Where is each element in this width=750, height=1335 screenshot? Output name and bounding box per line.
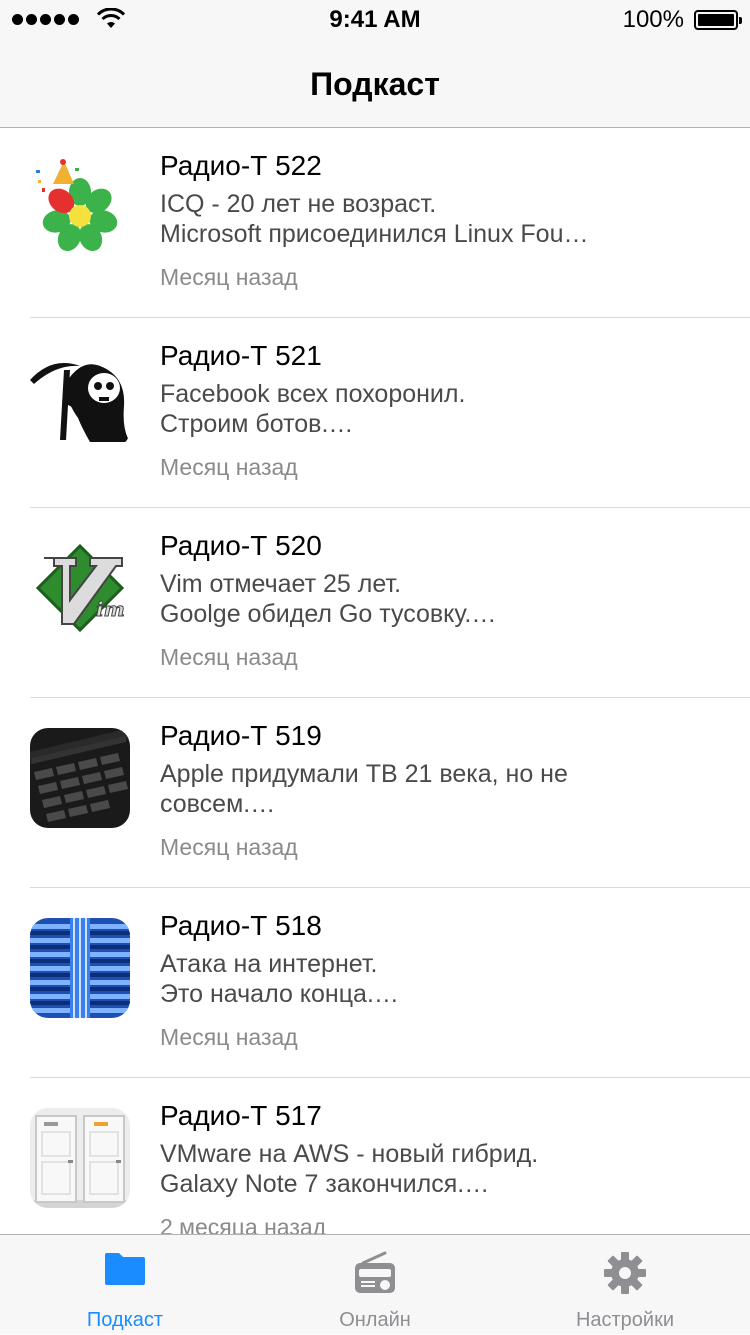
episode-description-line: Microsoft присоединился Linux Fou… xyxy=(160,220,589,248)
navigation-bar: Подкаст xyxy=(0,40,750,128)
episode-description: Apple придумали TB 21 века, но не совсем… xyxy=(160,759,720,819)
page-title: Подкаст xyxy=(310,66,440,102)
episode-date: Месяц назад xyxy=(160,1024,298,1050)
episode-date: Месяц назад xyxy=(160,644,298,670)
episode-description-line: Это начало конца.… xyxy=(160,980,399,1008)
battery-icon xyxy=(694,10,742,30)
episode-description: Vim отмечает 25 лет. Goolge обидел Go ту… xyxy=(160,569,720,629)
network-cables-thumbnail xyxy=(30,918,130,1018)
episode-date: 2 месяца назад xyxy=(160,1214,327,1234)
episode-description-line: Facebook всех похоронил. xyxy=(160,380,466,408)
episode-title: Радио-Т 522 xyxy=(160,150,322,181)
episode-row-520[interactable]: im Радио-Т 520 Vim отмечает 25 лет. Gool… xyxy=(0,508,750,698)
svg-text:im: im xyxy=(96,597,125,621)
episode-list[interactable]: Радио-Т 522 ICQ - 20 лет не возраст. Mic… xyxy=(0,128,750,1234)
episode-date: Месяц назад xyxy=(160,264,298,290)
episode-title: Радио-Т 519 xyxy=(160,720,322,751)
icq-flower-thumbnail xyxy=(30,158,130,258)
episode-description-line: Vim отмечает 25 лет. xyxy=(160,570,402,598)
episode-title: Радио-Т 521 xyxy=(160,340,322,371)
tab-label: Онлайн xyxy=(339,1309,411,1331)
tab-settings[interactable]: Настройки xyxy=(500,1235,750,1335)
episode-description-line: VMware на AWS - новый гибрид. xyxy=(160,1140,539,1168)
episode-row-521[interactable]: Радио-Т 521 Facebook всех похоронил. Стр… xyxy=(0,318,750,508)
episode-title: Радио-Т 517 xyxy=(160,1100,322,1131)
episode-description-line: Galaxy Note 7 закончился.… xyxy=(160,1170,490,1198)
episode-date: Месяц назад xyxy=(160,454,298,480)
episode-description: Facebook всех похоронил. Строим ботов.… xyxy=(160,379,720,439)
episode-description-line: Apple придумали TB 21 века, но не xyxy=(160,760,568,788)
status-bar: 9:41 AM 100% xyxy=(0,0,750,40)
two-doors-thumbnail xyxy=(30,1108,130,1208)
episode-description-line: Атака на интернет. xyxy=(160,950,378,978)
grim-reaper-thumbnail xyxy=(30,348,130,448)
tab-label: Подкаст xyxy=(86,1309,164,1331)
episode-description-line: Строим ботов.… xyxy=(160,410,354,438)
tab-bar: Подкаст Онлайн Настройки xyxy=(0,1234,750,1334)
episode-row-522[interactable]: Радио-Т 522 ICQ - 20 лет не возраст. Mic… xyxy=(0,128,750,318)
vim-logo-thumbnail: im xyxy=(30,538,130,638)
episode-title: Радио-Т 518 xyxy=(160,910,322,941)
episode-title: Радио-Т 520 xyxy=(160,530,322,561)
episode-row-519[interactable]: Радио-Т 519 Apple придумали TB 21 века, … xyxy=(0,698,750,888)
radio-icon xyxy=(355,1251,395,1293)
episode-description: VMware на AWS - новый гибрид. Galaxy Not… xyxy=(160,1139,720,1199)
episode-description-line: Goolge обидел Go тусовку.… xyxy=(160,600,497,628)
tab-online[interactable]: Онлайн xyxy=(250,1235,500,1335)
folder-icon xyxy=(105,1253,145,1285)
tab-label: Настройки xyxy=(575,1309,675,1331)
episode-description-line: совсем.… xyxy=(160,790,276,818)
tab-podcast[interactable]: Подкаст xyxy=(0,1235,250,1335)
episode-date: Месяц назад xyxy=(160,834,298,860)
episode-description: ICQ - 20 лет не возраст. Microsoft присо… xyxy=(160,189,720,249)
episode-description: Атака на интернет. Это начало конца.… xyxy=(160,949,720,1009)
battery-percentage: 100% xyxy=(622,6,684,33)
episode-description-line: ICQ - 20 лет не возраст. xyxy=(160,190,437,218)
episode-row-518[interactable]: Радио-Т 518 Атака на интернет. Это начал… xyxy=(0,888,750,1078)
keyboard-touchbar-thumbnail xyxy=(30,728,130,828)
episode-row-517[interactable]: Радио-Т 517 VMware на AWS - новый гибрид… xyxy=(0,1078,750,1234)
gear-icon xyxy=(604,1252,646,1294)
